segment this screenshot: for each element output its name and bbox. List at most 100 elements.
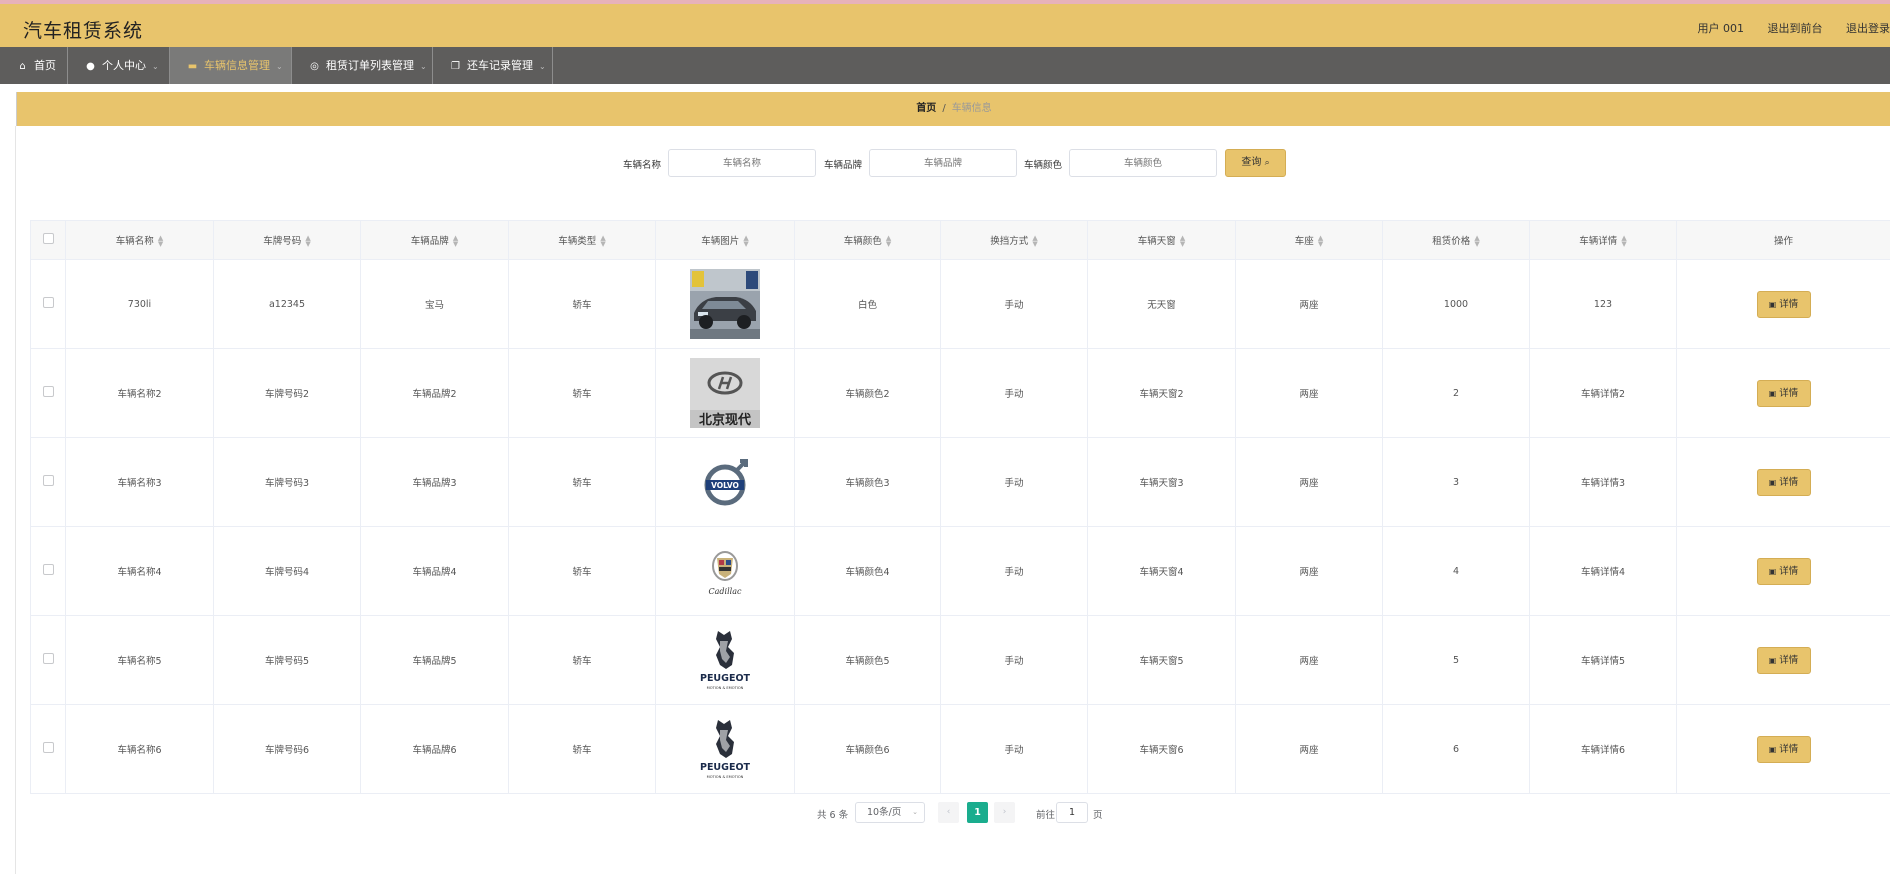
detail-button-label: 详情: [1779, 565, 1799, 577]
header-links: 用户 001 退出到前台 退出登录: [1678, 20, 1890, 36]
column-header[interactable]: 车座 ▲ ▼: [1235, 220, 1383, 260]
detail-button[interactable]: ▣ 详情: [1756, 735, 1811, 763]
column-header[interactable]: 车牌号码 ▲ ▼: [213, 220, 361, 260]
sort-icon[interactable]: ▲ ▼: [305, 235, 310, 248]
search-button[interactable]: 查询 ⌕: [1225, 149, 1286, 177]
nav-item-rental-orders[interactable]: ◎ 租赁订单列表管理 ⌄: [292, 47, 433, 84]
select-all-cell[interactable]: [30, 220, 66, 260]
column-header[interactable]: 车辆详情 ▲ ▼: [1529, 220, 1677, 260]
next-page-button[interactable]: ›: [994, 802, 1015, 823]
row-checkbox[interactable]: [42, 297, 54, 308]
goto-unit-label: 页: [1093, 810, 1103, 821]
copy-icon: ❐: [451, 61, 460, 72]
nav-label: 车辆信息管理: [204, 59, 270, 72]
sort-icon[interactable]: ▲ ▼: [886, 235, 891, 248]
column-header[interactable]: 车辆颜色 ▲ ▼: [794, 220, 941, 260]
top-header: 汽车租赁系统 用户 001 退出到前台 退出登录: [0, 0, 1890, 47]
cell-image: [655, 259, 795, 349]
row-select-cell[interactable]: [30, 704, 66, 794]
column-header[interactable]: 租赁价格 ▲ ▼: [1382, 220, 1530, 260]
document-icon: ▣: [1768, 477, 1777, 487]
car-icon: ▬: [187, 61, 198, 72]
cell-sunroof: 车辆天窗6: [1087, 704, 1236, 794]
column-header[interactable]: 车辆类型 ▲ ▼: [508, 220, 656, 260]
table-row: 车辆名称2 车牌号码2 车辆品牌2 轿车 北京现代 车辆颜色2 手动 车辆天窗2…: [30, 348, 1890, 438]
row-checkbox[interactable]: [42, 742, 54, 753]
cell-brand: 车辆品牌3: [360, 437, 509, 527]
cell-gear: 手动: [940, 348, 1088, 438]
column-header[interactable]: 车辆名称 ▲ ▼: [65, 220, 214, 260]
vehicle-color-input[interactable]: [1069, 149, 1217, 177]
vehicle-brand-input[interactable]: [869, 149, 1017, 177]
goto-page-input[interactable]: 1: [1056, 802, 1088, 823]
column-header[interactable]: 车辆天窗 ▲ ▼: [1087, 220, 1236, 260]
cadillac-logo-thumbnail[interactable]: Cadillac: [690, 536, 760, 606]
sort-icon[interactable]: ▲ ▼: [1474, 235, 1479, 248]
cell-price: 4: [1382, 526, 1530, 616]
cell-seats: 两座: [1235, 615, 1383, 705]
row-select-cell[interactable]: [30, 259, 66, 349]
column-header[interactable]: 换挡方式 ▲ ▼: [940, 220, 1088, 260]
cell-color: 车辆颜色4: [794, 526, 941, 616]
page-number-current[interactable]: 1: [967, 802, 988, 823]
row-select-cell[interactable]: [30, 348, 66, 438]
row-checkbox[interactable]: [42, 653, 54, 664]
nav-item-vehicle-info[interactable]: ▬ 车辆信息管理 ⌄: [170, 47, 292, 84]
car-photo-thumbnail[interactable]: [690, 269, 760, 339]
cell-type: 轿车: [508, 526, 656, 616]
sort-icon[interactable]: ▲ ▼: [1180, 235, 1185, 248]
nav-item-home[interactable]: ⌂ 首页: [0, 47, 68, 84]
peugeot-logo-thumbnail[interactable]: PEUGEOT MOTION & EMOTION: [690, 714, 760, 784]
cell-actions: ▣ 详情: [1676, 704, 1890, 794]
row-select-cell[interactable]: [30, 437, 66, 527]
hyundai-logo-thumbnail[interactable]: 北京现代: [690, 358, 760, 428]
exit-to-front-link[interactable]: 退出到前台: [1768, 22, 1823, 35]
row-checkbox[interactable]: [42, 564, 54, 575]
sort-icon[interactable]: ▲ ▼: [158, 235, 163, 248]
detail-button[interactable]: ▣ 详情: [1756, 557, 1811, 585]
sort-icon[interactable]: ▲ ▼: [1032, 235, 1037, 248]
column-header[interactable]: 车辆品牌 ▲ ▼: [360, 220, 509, 260]
nav-item-return-records[interactable]: ❐ 还车记录管理 ⌄: [433, 47, 553, 84]
breadcrumb-home[interactable]: 首页: [916, 103, 936, 114]
row-checkbox[interactable]: [42, 475, 54, 486]
nav-item-personal-center[interactable]: ● 个人中心 ⌄: [68, 47, 170, 84]
table-row: 车辆名称4 车牌号码4 车辆品牌4 轿车 Cadillac 车辆颜色4 手动 车…: [30, 526, 1890, 616]
page-size-value: 10条/页: [867, 807, 902, 818]
cell-color: 车辆颜色3: [794, 437, 941, 527]
sort-icon[interactable]: ▲ ▼: [1621, 235, 1626, 248]
sort-icon[interactable]: ▲ ▼: [1318, 235, 1323, 248]
volvo-logo-thumbnail[interactable]: VOLVO: [690, 447, 760, 517]
row-checkbox[interactable]: [42, 386, 54, 397]
page-size-select[interactable]: 10条/页 ⌄: [855, 802, 925, 823]
vehicle-name-input[interactable]: [668, 149, 816, 177]
vehicle-brand-label: 车辆品牌: [824, 160, 863, 171]
table-row: 730li a12345 宝马 轿车 白色 手动 无天窗 两座 1000 123…: [30, 259, 1890, 349]
cell-brand: 宝马: [360, 259, 509, 349]
detail-button[interactable]: ▣ 详情: [1756, 646, 1811, 674]
select-all-checkbox[interactable]: [42, 233, 54, 244]
cell-name: 车辆名称3: [65, 437, 214, 527]
cell-sunroof: 无天窗: [1087, 259, 1236, 349]
content-left-border: [15, 126, 16, 874]
vehicle-color-label: 车辆颜色: [1024, 160, 1063, 171]
logout-link[interactable]: 退出登录: [1846, 22, 1890, 35]
sort-icon[interactable]: ▲ ▼: [743, 235, 748, 248]
peugeot-logo-thumbnail[interactable]: PEUGEOT MOTION & EMOTION: [690, 625, 760, 695]
cell-color: 车辆颜色6: [794, 704, 941, 794]
chevron-down-icon: ⌄: [912, 808, 918, 816]
cell-sunroof: 车辆天窗5: [1087, 615, 1236, 705]
row-select-cell[interactable]: [30, 526, 66, 616]
sort-icon[interactable]: ▲ ▼: [600, 235, 605, 248]
prev-page-button[interactable]: ‹: [938, 802, 959, 823]
detail-button[interactable]: ▣ 详情: [1756, 379, 1811, 407]
detail-button[interactable]: ▣ 详情: [1756, 290, 1811, 318]
column-header[interactable]: 车辆图片 ▲ ▼: [655, 220, 795, 260]
column-label: 车座: [1294, 235, 1314, 247]
cell-plate: 车牌号码2: [213, 348, 361, 438]
sort-icon[interactable]: ▲ ▼: [453, 235, 458, 248]
detail-button[interactable]: ▣ 详情: [1756, 468, 1811, 496]
cell-sunroof: 车辆天窗3: [1087, 437, 1236, 527]
row-select-cell[interactable]: [30, 615, 66, 705]
nav-label: 租赁订单列表管理: [326, 59, 414, 72]
